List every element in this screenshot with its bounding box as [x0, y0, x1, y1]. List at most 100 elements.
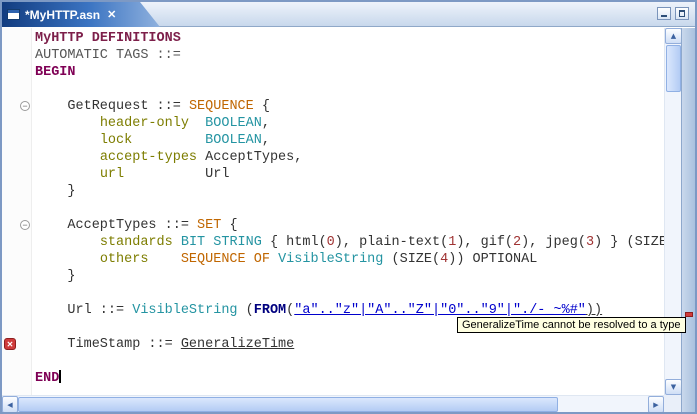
code-line[interactable]: standards BIT STRING { html(0), plain-te… [35, 234, 664, 251]
code-token: 0 [326, 235, 335, 250]
code-token: lock [99, 133, 133, 148]
code-token: , [261, 133, 270, 148]
code-token: , [294, 150, 303, 165]
code-token: ), plain-text( [334, 235, 449, 250]
code-line[interactable]: header-only BOOLEAN, [35, 115, 664, 132]
code-token: ( [237, 303, 254, 318]
code-token: } [35, 184, 76, 199]
code-token: BOOLEAN [205, 133, 262, 148]
close-icon[interactable]: ✕ [107, 8, 116, 21]
code-line[interactable]: GetRequest ::= SEQUENCE { [35, 98, 664, 115]
code-token: TimeStamp ::= [35, 337, 181, 352]
code-token: GetRequest ::= [35, 99, 189, 114]
code-token: ) } (SIZE( [594, 235, 664, 250]
fold-collapse-icon[interactable]: − [20, 220, 30, 230]
code-line[interactable]: AcceptTypes ::= SET { [35, 217, 664, 234]
code-token: standards [99, 235, 173, 250]
text-caret [59, 370, 62, 383]
code-token: ), gif( [456, 235, 514, 250]
code-token: DEFINITIONS [91, 31, 181, 46]
code-token: BIT STRING [180, 235, 262, 250]
code-token: AcceptTypes ::= [35, 218, 198, 233]
scrollbar-corner [664, 395, 681, 412]
code-token: { [253, 99, 270, 114]
code-token: SEQUENCE OF [180, 252, 270, 267]
overview-error-marker[interactable] [685, 312, 693, 317]
overview-ruler[interactable] [681, 28, 695, 412]
folding-ruler[interactable]: − − [18, 28, 32, 395]
code-token: )) OPTIONAL [448, 252, 538, 267]
minimize-button[interactable] [657, 7, 671, 20]
vertical-scrollbar[interactable]: ▲ ▼ [664, 28, 682, 395]
code-token: header-only [99, 116, 189, 131]
code-line[interactable] [35, 200, 664, 217]
editor-tab-bar: *MyHTTP.asn ✕ [2, 2, 695, 27]
code-token: 2 [513, 235, 522, 250]
fold-collapse-icon[interactable]: − [20, 101, 30, 111]
code-line[interactable]: BEGIN [35, 64, 664, 81]
code-line[interactable]: lock BOOLEAN, [35, 132, 664, 149]
scroll-left-button[interactable]: ◀ [2, 396, 18, 412]
scroll-up-button[interactable]: ▲ [665, 28, 682, 44]
code-token: } [35, 269, 76, 284]
code-line[interactable]: TimeStamp ::= GeneralizeTime [35, 336, 664, 353]
code-token: FROM [253, 303, 287, 318]
code-area[interactable]: MyHTTP DEFINITIONS AUTOMATIC TAGS ::=BEGI… [32, 28, 664, 395]
code-line[interactable]: others SEQUENCE OF VisibleString (SIZE(4… [35, 251, 664, 268]
maximize-button[interactable] [675, 7, 689, 20]
scroll-left-icon: ◀ [7, 400, 13, 409]
code-token: SET [197, 218, 222, 233]
horizontal-scrollbar[interactable]: ◀ ▶ [2, 395, 664, 412]
code-token: (SIZE( [383, 252, 441, 267]
code-line[interactable]: accept-types AcceptTypes, [35, 149, 664, 166]
code-line[interactable]: } [35, 183, 664, 200]
code-line[interactable]: AUTOMATIC TAGS ::= [35, 47, 664, 64]
code-token: BEGIN [35, 65, 76, 80]
code-line[interactable] [35, 353, 664, 370]
code-token: GeneralizeTime [180, 337, 295, 352]
code-token: others [99, 252, 149, 267]
code-token: BOOLEAN [205, 116, 262, 131]
code-token: Url ::= [35, 303, 133, 318]
code-line[interactable]: END [35, 370, 664, 387]
error-marker-icon[interactable]: ✕ [4, 338, 16, 350]
annotation-ruler[interactable]: ✕ [2, 28, 18, 395]
code-token: AUTOMATIC TAGS ::= [35, 48, 181, 63]
asn-file-icon [7, 9, 20, 20]
code-token: "a".."z"|"A".."Z"|"0".."9"|"./-_~%#" [294, 303, 586, 318]
code-token: accept-types [99, 150, 198, 165]
code-token: VisibleString [132, 303, 238, 318]
tooltip-text: GeneralizeTime cannot be resolved to a t… [462, 319, 681, 331]
code-line[interactable]: } [35, 268, 664, 285]
vertical-scrollbar-thumb[interactable] [666, 45, 681, 92]
code-line[interactable]: url Url [35, 166, 664, 183]
code-token: 3 [585, 235, 595, 250]
code-token: AcceptTypes [205, 150, 295, 165]
code-line[interactable] [35, 81, 664, 98]
code-token: url [99, 167, 125, 182]
tab-title: *MyHTTP.asn [25, 7, 101, 22]
tab-myhttp-asn[interactable]: *MyHTTP.asn ✕ [2, 2, 160, 27]
scroll-down-icon: ▼ [670, 383, 677, 391]
horizontal-scrollbar-thumb[interactable] [18, 397, 558, 412]
code-line[interactable] [35, 285, 664, 302]
error-tooltip: GeneralizeTime cannot be resolved to a t… [457, 317, 686, 333]
code-line[interactable]: MyHTTP DEFINITIONS [35, 30, 664, 47]
scroll-down-button[interactable]: ▼ [665, 379, 682, 395]
scroll-right-button[interactable]: ▶ [648, 396, 664, 412]
code-token: 4 [440, 252, 449, 267]
code-token: END [35, 371, 60, 386]
